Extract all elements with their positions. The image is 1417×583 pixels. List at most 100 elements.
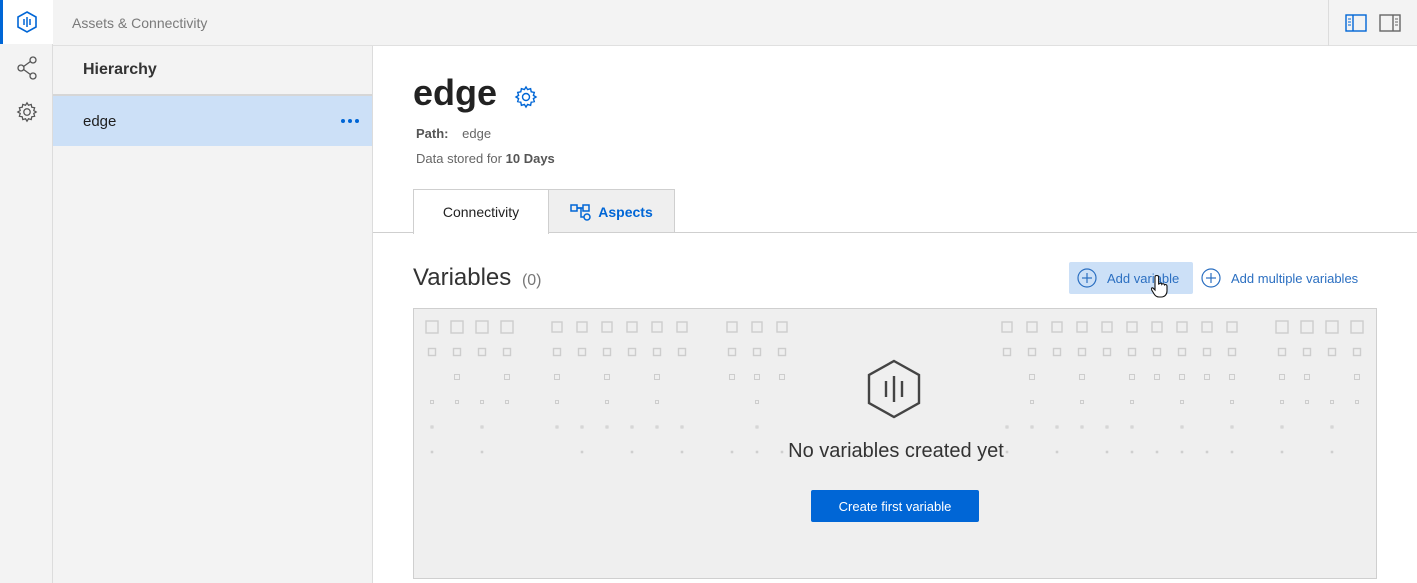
pattern-dot <box>454 374 460 380</box>
pattern-dot <box>1052 347 1062 357</box>
asset-settings-button[interactable] <box>514 85 538 109</box>
empty-state-panel: No variables created yet Create first va… <box>413 308 1377 579</box>
pattern-dot <box>452 347 462 357</box>
asset-title: edge <box>413 72 498 113</box>
pattern-dot <box>655 425 659 429</box>
pattern-dot <box>729 374 735 380</box>
pattern-dot <box>1154 374 1160 380</box>
variables-count: (0) <box>521 272 542 289</box>
pattern-dot <box>500 320 514 334</box>
pattern-dot <box>1002 347 1012 357</box>
pattern-dot <box>505 400 509 404</box>
pattern-dot <box>1101 321 1113 333</box>
pattern-dot <box>1177 347 1187 357</box>
pattern-dot <box>1180 425 1184 429</box>
pattern-dot <box>601 321 613 333</box>
pattern-dot <box>1005 425 1009 429</box>
variables-heading: Variables (0) <box>413 264 542 292</box>
pattern-dot <box>1279 374 1285 380</box>
pattern-dot <box>777 347 787 357</box>
toggle-left-panel-button[interactable] <box>1344 11 1368 35</box>
pattern-dot <box>605 425 609 429</box>
pattern-dot <box>1305 400 1309 404</box>
gear-icon <box>514 85 538 109</box>
pattern-dot <box>1152 347 1162 357</box>
tab-connectivity[interactable]: Connectivity <box>413 189 549 234</box>
pattern-dot <box>1202 347 1212 357</box>
toggle-right-panel-button[interactable] <box>1378 11 1402 35</box>
pattern-dot <box>604 374 610 380</box>
retention-value: 10 Days <box>505 151 555 166</box>
app-title: Assets & Connectivity <box>72 15 208 31</box>
rail-item-share[interactable] <box>0 46 53 90</box>
pattern-dot <box>755 400 759 404</box>
tab-aspects[interactable]: Aspects <box>548 189 675 233</box>
pattern-dot <box>1080 400 1084 404</box>
pattern-dot <box>1280 425 1284 429</box>
hierarchy-panel: Hierarchy edge <box>53 46 373 583</box>
pattern-dot <box>1126 321 1138 333</box>
pattern-dot <box>1129 374 1135 380</box>
pattern-dot <box>552 347 562 357</box>
pattern-dot <box>1076 321 1088 333</box>
pattern-dot <box>676 321 688 333</box>
pattern-dot <box>1055 425 1059 429</box>
pattern-dot <box>554 374 560 380</box>
pattern-dot <box>1127 347 1137 357</box>
left-rail <box>0 0 53 583</box>
pattern-dot <box>776 321 788 333</box>
pattern-dot <box>1229 374 1235 380</box>
add-multiple-label: Add multiple variables <box>1231 270 1359 286</box>
pattern-dot <box>577 347 587 357</box>
gear-icon <box>16 101 37 123</box>
pattern-dot <box>1029 374 1035 380</box>
pattern-dot <box>626 321 638 333</box>
rail-item-settings[interactable] <box>0 90 53 134</box>
add-multiple-variables-button[interactable]: Add multiple variables <box>1201 262 1358 294</box>
pattern-dot <box>654 374 660 380</box>
pattern-dot <box>555 425 559 429</box>
pattern-dot <box>1151 321 1163 333</box>
pattern-dot <box>1026 321 1038 333</box>
pattern-dot <box>430 400 434 404</box>
main-content: edge Path: edge Data stored for 10 Days … <box>373 46 1417 583</box>
pattern-dot <box>1030 425 1034 429</box>
plus-circle-icon <box>1201 268 1221 288</box>
pattern-dot <box>1080 425 1084 429</box>
empty-state-message: No variables created yet <box>788 440 1004 462</box>
pattern-dot <box>1355 400 1359 404</box>
pattern-dot <box>480 400 484 404</box>
panel-right-icon <box>1378 14 1401 32</box>
pattern-dot <box>1027 347 1037 357</box>
pattern-dot <box>1230 400 1234 404</box>
pattern-dot <box>551 321 563 333</box>
pattern-dot <box>752 347 762 357</box>
app-logo-icon <box>16 11 37 33</box>
pattern-dot <box>425 320 439 334</box>
pattern-dot <box>779 374 785 380</box>
asset-tabs: Connectivity Aspects <box>413 189 675 234</box>
pattern-dot <box>605 400 609 404</box>
pattern-dot <box>1352 347 1362 357</box>
pattern-dot <box>651 321 663 333</box>
pattern-dot <box>450 320 464 334</box>
layout-toggle-group <box>1328 0 1417 46</box>
create-first-variable-button[interactable]: Create first variable <box>811 490 979 522</box>
tab-label: Aspects <box>598 203 653 220</box>
pattern-dot <box>627 347 637 357</box>
add-variable-button[interactable]: Add variable <box>1069 262 1193 294</box>
pattern-dot <box>1180 400 1184 404</box>
pattern-dot <box>1227 347 1237 357</box>
hand-cursor-icon <box>1151 274 1168 298</box>
rail-item-home[interactable] <box>0 0 53 44</box>
more-options-button[interactable] <box>338 109 362 133</box>
pattern-dot <box>480 425 484 429</box>
pattern-dot <box>630 425 634 429</box>
pattern-dot <box>1105 425 1109 429</box>
pattern-dot <box>1030 400 1034 404</box>
retention-label: Data stored for <box>416 151 502 166</box>
pattern-dot <box>1204 374 1210 380</box>
pattern-dot <box>580 425 584 429</box>
pattern-dot <box>1354 374 1360 380</box>
hierarchy-item-edge[interactable]: edge <box>53 96 372 146</box>
